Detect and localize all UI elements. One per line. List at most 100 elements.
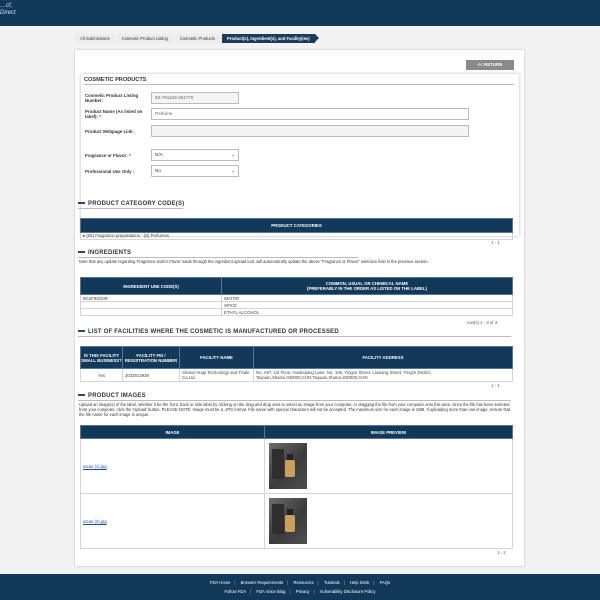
- required-marker: *: [99, 114, 101, 119]
- ingredient-code-cell: [80, 308, 222, 316]
- image-preview-cell: [264, 438, 513, 494]
- table-row: 9G2F9SO0R WATER: [80, 294, 513, 302]
- image-preview-cell: [264, 493, 513, 549]
- footer-link-follow-fda[interactable]: Follow FDA: [225, 589, 247, 594]
- ingredients-section-heading: INGREDIENTS: [78, 250, 131, 256]
- fragrance-selected-value: N/A: [155, 152, 163, 157]
- footer-link-vulnerability-disclosure[interactable]: Vulnerability Disclosure Policy: [320, 589, 376, 594]
- images-table: IMAGE IMAGE PREVIEW utcas (1).jpg utcas …: [80, 425, 513, 549]
- footer-link-fda-voice-blog[interactable]: FDA Voice Blog: [256, 589, 285, 594]
- divider: [78, 336, 511, 337]
- footer-link-privacy[interactable]: Privacy: [296, 589, 310, 594]
- ingredients-section-title: INGREDIENTS: [88, 250, 132, 256]
- facilities-section-heading: LIST OF FACILITIES WHERE THE COSMETIC IS…: [78, 329, 339, 335]
- logo-line2: Direct: [0, 10, 16, 16]
- webpage-label: Product Webpage Link:: [85, 129, 134, 134]
- facilities-section-title: LIST OF FACILITIES WHERE THE COSMETIC IS…: [88, 329, 339, 335]
- divider: [78, 400, 511, 401]
- category-pager: 1 - 1: [491, 240, 500, 245]
- cosmetic-products-box: COSMETIC PRODUCTS Cosmetic Product Listi…: [81, 74, 519, 236]
- return-button[interactable]: << RETURN: [466, 60, 514, 70]
- divider: [78, 208, 183, 209]
- footer-link-faqs[interactable]: FAQs: [380, 580, 390, 585]
- footer-link-help-desk[interactable]: Help Desk: [350, 580, 369, 585]
- fragrance-label-text: Fragrance or Flavor:: [85, 153, 128, 158]
- images-section-title: PRODUCT IMAGES: [88, 393, 146, 399]
- footer-link-tutorials[interactable]: Tutorials: [324, 580, 340, 585]
- footer-links-row1: FDA Home | Browser Requirements | Resource…: [209, 580, 391, 585]
- fei-cell: 3032913939: [122, 368, 180, 382]
- section-dash-icon: [78, 251, 85, 254]
- footer-links-row2: Follow FDA | FDA Voice Blog | Privacy | Vul…: [224, 589, 376, 594]
- professional-label: Professional Use Only :: [85, 169, 135, 174]
- table-row: SPICE: [80, 301, 513, 309]
- category-section-heading: PRODUCT CATEGORY CODE(S): [78, 201, 184, 207]
- images-note: Upload an image(s) of the label, whether…: [79, 402, 511, 417]
- category-table: PRODUCT CATEGORIES ▸ (05) Fragrance prep…: [80, 218, 513, 240]
- ingredient-code-cell: [80, 301, 222, 309]
- facilities-table: IS THIS FACILITY SMALL BUSINESS? FACILIT…: [80, 346, 513, 382]
- breadcrumb: All Submissions Cosmetic Product Listing…: [75, 34, 319, 43]
- professional-select[interactable]: No ⌄: [151, 165, 239, 177]
- app-logo[interactable]: …cf, Direct: [0, 3, 16, 17]
- category-value: (05) Fragrance preparations - (B) Perfum…: [86, 233, 169, 238]
- footer-link-resources[interactable]: Resources: [294, 580, 314, 585]
- small-business-cell: Yes: [80, 368, 123, 382]
- ingredient-name-cell: WATER: [221, 294, 513, 302]
- images-section-heading: PRODUCT IMAGES: [78, 393, 146, 399]
- cosmetic-products-title: COSMETIC PRODUCTS: [84, 77, 147, 83]
- product-name-label-text: Product Name (As listed on label):: [85, 109, 143, 119]
- breadcrumb-current-page: Product(s), Ingredient(s), and Facility(…: [222, 34, 319, 43]
- ingredient-name-header: COMMON, USUAL OR CHEMICAL NAME (PREFERAB…: [221, 277, 513, 295]
- webpage-field[interactable]: [151, 125, 469, 137]
- fragrance-label: Fragrance or Flavor: *: [85, 153, 147, 158]
- table-row: utcas (1).jpg: [80, 438, 513, 494]
- section-dash-icon: [78, 394, 85, 397]
- facility-name-header: FACILITY NAME: [179, 346, 254, 369]
- ingredients-pager: row(s) 1 - 3 of 3: [467, 320, 498, 325]
- ingredient-name-cell: ETHYL ALCOHOL: [221, 308, 513, 316]
- section-dash-icon: [78, 202, 85, 205]
- chevron-down-icon: ⌄: [231, 168, 235, 173]
- category-section-title: PRODUCT CATEGORY CODE(S): [88, 201, 185, 207]
- listing-number-label: Cosmetic Product Listing Number:: [85, 93, 139, 103]
- ingredient-code-cell: 9G2F9SO0R: [80, 294, 222, 302]
- required-marker: *: [128, 153, 131, 158]
- product-name-field[interactable]: Perfume: [151, 108, 469, 120]
- app-header: …cf, Direct: [0, 0, 600, 26]
- category-cell: ▸ (05) Fragrance preparations - (B) Perf…: [80, 232, 513, 240]
- image-file-link[interactable]: utcas (1).jpg: [83, 464, 107, 469]
- ingredients-table: INGREDIENT UNII CODE(S) COMMON, USUAL OR…: [80, 277, 513, 316]
- fei-header: FACILITY FEI / REGISTRATION NUMBER: [122, 346, 180, 369]
- main-panel: << RETURN COSMETIC PRODUCTS Cosmetic Pro…: [75, 50, 524, 566]
- footer-link-fda-home[interactable]: FDA Home: [210, 580, 230, 585]
- images-pager: 1 - 2: [497, 550, 506, 555]
- section-dash-icon: [78, 330, 85, 333]
- table-row: Yes 3032913939 Shanxi Huaji Technology a…: [80, 368, 513, 382]
- logo-line1: …cf,: [0, 3, 13, 9]
- facility-address-cell: No. A97, 1st Floor, Houliejiang Lane, No…: [253, 368, 513, 382]
- category-column-header: PRODUCT CATEGORIES: [80, 218, 513, 233]
- professional-selected-value: No: [155, 168, 161, 173]
- breadcrumb-cosmetic-products[interactable]: Cosmetic Products: [174, 34, 221, 43]
- breadcrumb-all-submissions[interactable]: All Submissions: [75, 34, 115, 43]
- fragrance-select[interactable]: N/A ⌄: [151, 149, 239, 161]
- facilities-pager: 1 - 1: [491, 383, 500, 388]
- divider: [78, 257, 358, 258]
- ingredient-name-cell: SPICE: [221, 301, 513, 309]
- small-business-header: IS THIS FACILITY SMALL BUSINESS?: [80, 346, 123, 369]
- ingredient-code-header: INGREDIENT UNII CODE(S): [80, 277, 222, 295]
- product-image-preview: [269, 498, 307, 544]
- breadcrumb-cosmetic-product-listing[interactable]: Cosmetic Product Listing: [116, 34, 173, 43]
- product-image-preview: [269, 443, 307, 489]
- image-preview-column-header: IMAGE PREVIEW: [264, 425, 513, 439]
- listing-number-field: 53-791108-391770: [151, 92, 239, 104]
- footer-link-browser-requirements[interactable]: Browser Requirements: [241, 580, 284, 585]
- table-row: ETHYL ALCOHOL: [80, 308, 513, 316]
- image-file-link[interactable]: utcas (2).jpg: [83, 519, 107, 524]
- footer: FDA Home | Browser Requirements | Resource…: [0, 574, 600, 600]
- facility-name-cell: Shanxi Huaji Technology and Trade Co.Ltd: [179, 368, 254, 382]
- table-row[interactable]: ▸ (05) Fragrance preparations - (B) Perf…: [80, 232, 513, 240]
- product-name-label: Product Name (As listed on label): *: [85, 109, 147, 119]
- image-file-cell: utcas (1).jpg: [80, 438, 265, 494]
